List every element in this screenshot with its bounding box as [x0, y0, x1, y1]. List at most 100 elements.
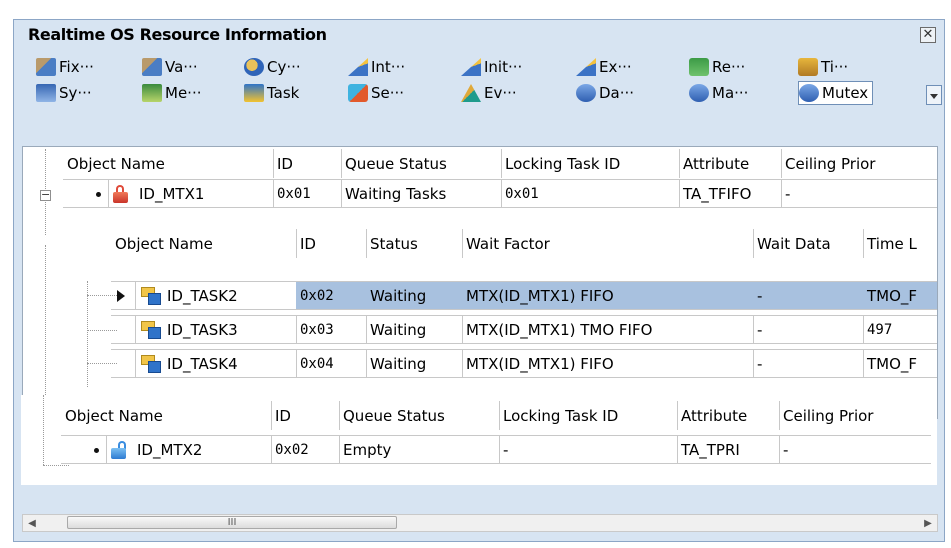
horizontal-scrollbar[interactable]: ◀ III ▶	[22, 514, 938, 532]
col-ceiling-priority[interactable]: Ceiling Prior	[781, 149, 937, 178]
tab-variable-memory-pool[interactable]: Va···	[142, 55, 198, 79]
col-task-id[interactable]: ID	[296, 229, 366, 258]
tab-system[interactable]: Sy···	[36, 81, 92, 105]
tab-task[interactable]: Task	[244, 81, 299, 105]
tab-label: Ma···	[712, 84, 749, 102]
col-task-status[interactable]: Status	[366, 229, 462, 258]
mutex-icon	[799, 84, 819, 102]
window-title: Realtime OS Resource Information	[28, 25, 327, 44]
tab-mutex[interactable]: Mutex	[798, 81, 874, 105]
mutex-ceiling-priority: -	[783, 440, 789, 459]
tab-label: Da···	[599, 84, 635, 102]
tree-line	[43, 395, 45, 465]
mutex-id: 0x02	[275, 441, 309, 458]
collapse-toggle[interactable]: −	[40, 189, 51, 201]
task-wait-factor: MTX(ID_MTX1) FIFO	[466, 354, 614, 373]
tab-ready-queue[interactable]: Re···	[689, 55, 745, 79]
task-wait-factor: MTX(ID_MTX1) TMO FIFO	[466, 320, 653, 339]
task-time-left: 497	[867, 321, 893, 338]
unlocked-mutex-icon	[110, 441, 128, 459]
tab-memory[interactable]: Me···	[142, 81, 201, 105]
tab-fixed-memory-pool[interactable]: Fix···	[36, 55, 94, 79]
tab-eventflag[interactable]: Ev···	[461, 81, 517, 105]
task-status: Waiting	[370, 320, 427, 339]
mutex-id: 0x01	[277, 185, 311, 202]
variable-memory-pool-icon	[142, 58, 162, 76]
tab-exception[interactable]: Ex···	[576, 55, 632, 79]
tab-label: Va···	[165, 58, 198, 76]
task-time-left: TMO_F	[867, 354, 918, 373]
task-id: 0x03	[300, 321, 334, 338]
system-icon	[36, 84, 56, 102]
task-icon	[141, 321, 161, 339]
col-queue-status[interactable]: Queue Status	[339, 401, 499, 430]
task-header-row: Object Name ID Status Wait Factor Wait D…	[111, 229, 937, 258]
tree-line	[45, 245, 47, 413]
title-bar: Realtime OS Resource Information ✕	[14, 20, 944, 48]
scroll-thumb[interactable]: III	[67, 516, 397, 529]
scroll-left-arrow-icon[interactable]: ◀	[23, 515, 41, 531]
col-ceiling-priority[interactable]: Ceiling Prior	[779, 401, 931, 430]
table-row[interactable]: ID_TASK3 0x03 Waiting MTX(ID_MTX1) TMO F…	[111, 315, 937, 344]
col-id[interactable]: ID	[273, 149, 341, 178]
col-id[interactable]: ID	[271, 401, 339, 430]
task-id: 0x02	[296, 282, 366, 309]
col-queue-status[interactable]: Queue Status	[341, 149, 501, 178]
tab-timer[interactable]: Ti···	[798, 55, 848, 79]
col-task-object-name[interactable]: Object Name	[111, 229, 296, 258]
table-row[interactable]: ID_TASK2 0x02 Waiting MTX(ID_MTX1) FIFO …	[111, 281, 937, 310]
tab-mailbox[interactable]: Ma···	[689, 81, 748, 105]
mutex-attribute: TA_TPRI	[681, 440, 740, 459]
toolbar-overflow-dropdown[interactable]	[926, 85, 942, 105]
fixed-memory-pool-icon	[36, 58, 56, 76]
cyclic-handler-icon	[244, 58, 264, 76]
toolbar-row-2: Sy··· Me··· Task Se··· Ev··· Da··· Ma···…	[26, 81, 926, 105]
task-id: 0x04	[300, 355, 334, 372]
tab-dataqueue[interactable]: Da···	[576, 81, 634, 105]
mutex-attribute: TA_TFIFO	[683, 184, 752, 203]
col-time-left[interactable]: Time L	[863, 229, 937, 258]
col-wait-factor[interactable]: Wait Factor	[462, 229, 753, 258]
mutex-header-row: Object Name ID Queue Status Locking Task…	[61, 401, 931, 430]
tab-init-routine[interactable]: Init···	[461, 55, 522, 79]
tab-label: Fix···	[59, 58, 94, 76]
task-status: Waiting	[366, 282, 462, 309]
tab-label: Sy···	[59, 84, 92, 102]
task-wait-data: -	[757, 354, 763, 373]
tab-label: Mutex	[822, 84, 869, 102]
mailbox-icon	[689, 84, 709, 102]
table-row[interactable]: ID_MTX1 0x01 Waiting Tasks 0x01 TA_TFIFO…	[63, 179, 937, 208]
task-icon	[244, 84, 264, 102]
col-locking-task-id[interactable]: Locking Task ID	[501, 149, 679, 178]
col-wait-data[interactable]: Wait Data	[753, 229, 863, 258]
scroll-right-arrow-icon[interactable]: ▶	[919, 515, 937, 531]
tab-label: Re···	[712, 58, 746, 76]
table-row[interactable]: ID_TASK4 0x04 Waiting MTX(ID_MTX1) FIFO …	[111, 349, 937, 378]
task-wait-data: -	[753, 282, 863, 309]
bullet-icon	[96, 192, 101, 197]
tab-interrupt-handler[interactable]: Int···	[348, 55, 405, 79]
timer-icon	[798, 58, 818, 76]
dataqueue-icon	[576, 84, 596, 102]
task-icon	[141, 287, 161, 305]
mutex-queue-status: Waiting Tasks	[345, 184, 447, 203]
col-attribute[interactable]: Attribute	[677, 401, 779, 430]
col-object-name[interactable]: Object Name	[63, 149, 273, 178]
tab-label: Ex···	[599, 58, 632, 76]
mutex-locking-task-id: -	[503, 440, 509, 459]
col-attribute[interactable]: Attribute	[679, 149, 781, 178]
tab-semaphore[interactable]: Se···	[348, 81, 404, 105]
mutex-locking-task-id: 0x01	[505, 185, 539, 202]
exception-icon	[576, 58, 596, 76]
col-locking-task-id[interactable]: Locking Task ID	[499, 401, 677, 430]
close-button[interactable]: ✕	[920, 27, 936, 43]
col-object-name[interactable]: Object Name	[61, 401, 271, 430]
task-wait-factor: MTX(ID_MTX1) FIFO	[462, 282, 753, 309]
mutex-group-2: Object Name ID Queue Status Locking Task…	[21, 395, 937, 485]
task-time-left: TMO_F	[863, 282, 937, 309]
tab-cyclic-handler[interactable]: Cy···	[244, 55, 301, 79]
mutex-ceiling-priority: -	[785, 184, 791, 203]
table-row[interactable]: ID_MTX2 0x02 Empty - TA_TPRI -	[61, 435, 931, 464]
tab-label: Ev···	[484, 84, 517, 102]
task-name: ID_TASK4	[167, 354, 238, 373]
